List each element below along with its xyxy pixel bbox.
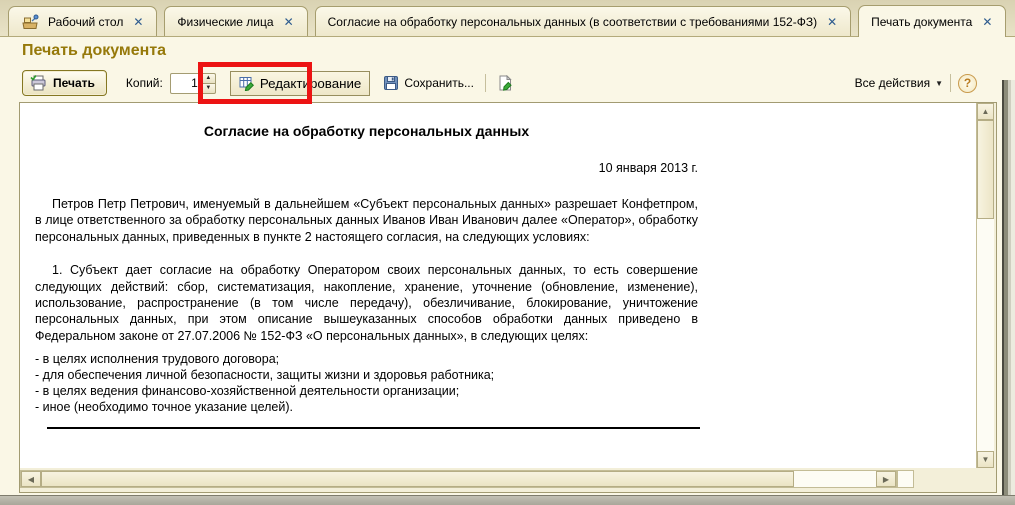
printer-icon: [30, 75, 47, 91]
page-title: Печать документа: [22, 42, 166, 60]
save-button-label: Сохранить...: [404, 76, 474, 90]
scroll-right-icon[interactable]: ▶: [876, 471, 896, 487]
send-document-button[interactable]: [493, 71, 517, 95]
tab-label: Рабочий стол: [48, 15, 123, 29]
print-preview-area: Согласие на обработку персональных данны…: [19, 102, 997, 493]
document-paragraph: Петров Петр Петрович, именуемый в дальне…: [35, 196, 698, 245]
scroll-down-icon[interactable]: ▼: [977, 451, 994, 468]
all-actions-label: Все действия: [855, 76, 930, 90]
toolbar-separator: [485, 74, 486, 92]
close-icon[interactable]: ✕: [283, 16, 295, 28]
print-button[interactable]: Печать: [22, 70, 107, 96]
copies-input[interactable]: 1: [170, 73, 202, 94]
close-icon[interactable]: ✕: [132, 16, 144, 28]
tab-bar: Рабочий стол ✕ Физические лица ✕ Согласи…: [0, 0, 1015, 37]
toolbar-separator: [950, 74, 951, 92]
document-content: Согласие на обработку персональных данны…: [20, 103, 698, 429]
tab-individuals[interactable]: Физические лица ✕: [164, 6, 307, 36]
window-bottom-edge: [0, 495, 1015, 505]
vertical-scroll-thumb[interactable]: [977, 120, 994, 219]
help-button[interactable]: ?: [958, 74, 977, 93]
edit-button-label: Редактирование: [260, 76, 362, 91]
tab-label: Согласие на обработку персональных данны…: [328, 15, 817, 29]
close-icon[interactable]: ✕: [981, 16, 993, 28]
page-edit-icon: [497, 75, 513, 91]
scrollbar-corner: [897, 470, 914, 488]
vertical-scrollbar[interactable]: ▲ ▼: [976, 103, 994, 468]
desktop-icon: [21, 14, 39, 30]
scroll-up-icon[interactable]: ▲: [977, 103, 994, 120]
toolbar: Печать Копий: 1 ▲ ▼ Редактирование: [22, 69, 977, 97]
tab-strip: Рабочий стол ✕ Физические лица ✕ Согласи…: [8, 5, 1006, 36]
tab-desktop[interactable]: Рабочий стол ✕: [8, 6, 157, 36]
spin-up-icon[interactable]: ▲: [202, 73, 216, 83]
document-title: Согласие на обработку персональных данны…: [35, 123, 698, 139]
save-button[interactable]: Сохранить...: [379, 71, 478, 95]
document-date: 10 января 2013 г.: [35, 161, 698, 175]
window-right-edge: [1002, 80, 1015, 496]
list-item: - иное (необходимо точное указание целей…: [35, 399, 698, 415]
horizontal-scrollbar[interactable]: ◀ ▶: [20, 470, 897, 488]
document-list: - в целях исполнения трудового договора;…: [35, 351, 698, 415]
document-page: Согласие на обработку персональных данны…: [20, 103, 977, 468]
copies-stepper: 1 ▲ ▼: [170, 73, 216, 94]
all-actions-button[interactable]: Все действия ▼: [855, 76, 943, 90]
tab-print-document[interactable]: Печать документа ✕: [858, 5, 1006, 37]
list-item: - в целях исполнения трудового договора;: [35, 351, 698, 367]
edit-button[interactable]: Редактирование: [230, 71, 371, 96]
spin-down-icon[interactable]: ▼: [202, 83, 216, 94]
print-button-label: Печать: [53, 76, 95, 90]
chevron-down-icon: ▼: [935, 79, 943, 88]
tab-label: Печать документа: [871, 15, 972, 29]
signature-rule: [47, 427, 700, 429]
save-icon: [383, 75, 399, 91]
list-item: - в целях ведения финансово-хозяйственно…: [35, 383, 698, 399]
scroll-left-icon[interactable]: ◀: [21, 471, 41, 487]
edit-table-icon: [239, 75, 255, 91]
copies-label: Копий:: [126, 76, 163, 90]
horizontal-scroll-thumb[interactable]: [41, 471, 794, 487]
list-item: - для обеспечения личной безопасности, з…: [35, 367, 698, 383]
tab-consent-form[interactable]: Согласие на обработку персональных данны…: [315, 6, 852, 36]
close-icon[interactable]: ✕: [826, 16, 838, 28]
document-paragraph: 1. Субъект дает согласие на обработку Оп…: [35, 262, 698, 344]
tab-label: Физические лица: [177, 15, 273, 29]
